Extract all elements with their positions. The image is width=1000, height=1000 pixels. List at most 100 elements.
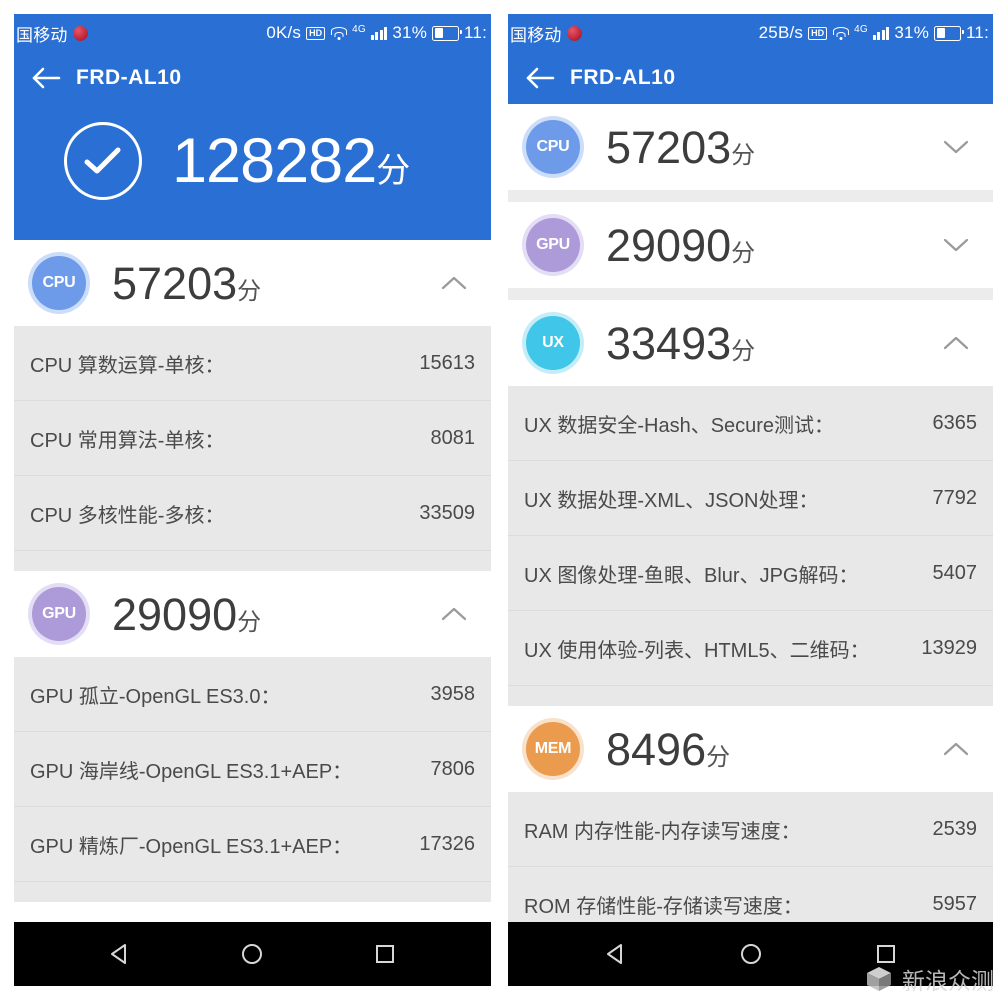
row-value: 8081 <box>430 426 476 449</box>
row-value: 2539 <box>932 817 978 840</box>
status-bar-left: 国移动 <box>508 21 582 46</box>
chevron-up-icon[interactable] <box>939 326 973 360</box>
screenshot-stage: 国移动 0K/s HD 4G 31% 11: FRD-AL10 128282分 … <box>0 0 1000 1000</box>
section-header-ux[interactable]: UX 33493分 <box>508 300 993 386</box>
row-label: UX 使用体验-列表、HTML5、二维码： <box>524 639 870 662</box>
row-value: 7792 <box>932 486 978 509</box>
chevron-up-icon[interactable] <box>437 597 471 631</box>
row-label: CPU 常用算法-单核： <box>30 429 225 452</box>
signal-bars-icon <box>872 26 890 40</box>
chevron-up-icon[interactable] <box>437 266 471 300</box>
app-title-bar: FRD-AL10 <box>14 52 491 104</box>
row-value: 5407 <box>932 561 978 584</box>
section-divider <box>508 190 993 202</box>
right-phone-screenshot: 国移动 25B/s HD 4G 31% 11: FRD-AL10 CPU 572… <box>508 14 993 986</box>
table-row: GPU 海岸线-OpenGL ES3.1+AEP： 7806 <box>14 732 491 807</box>
section-header-cpu[interactable]: CPU 57203分 <box>508 104 993 190</box>
network-type-label: 4G <box>854 23 868 35</box>
check-circle-icon <box>64 122 142 200</box>
mem-detail-rows: RAM 内存性能-内存读写速度： 2539 ROM 存储性能-存储读写速度： 5… <box>508 792 993 941</box>
table-row: RAM 内存性能-内存读写速度： 2539 <box>508 792 993 867</box>
ux-badge-icon: UX <box>526 316 580 370</box>
section-header-mem[interactable]: MEM 8496分 <box>508 706 993 792</box>
battery-percent-label: 31% <box>894 23 930 42</box>
row-label: GPU 海岸线-OpenGL ES3.1+AEP： <box>30 760 353 783</box>
row-value: 17326 <box>419 832 475 855</box>
section-header-gpu[interactable]: GPU 29090分 <box>508 202 993 288</box>
circle-home-icon[interactable] <box>729 932 773 976</box>
watermark-text: 新浪众测 <box>902 968 994 994</box>
triangle-back-icon[interactable] <box>594 932 638 976</box>
row-label: GPU 孤立-OpenGL ES3.0： <box>30 685 281 708</box>
square-recents-icon[interactable] <box>363 932 407 976</box>
back-arrow-icon[interactable] <box>24 55 70 101</box>
battery-percent-label: 31% <box>392 23 428 42</box>
clock-label: 11: <box>966 23 989 42</box>
table-row: UX 使用体验-列表、HTML5、二维码： 13929 <box>508 611 993 686</box>
table-row: UX 数据安全-Hash、Secure测试： 6365 <box>508 386 993 461</box>
gpu-score: 29090分 <box>606 223 755 268</box>
app-title-bar: FRD-AL10 <box>508 52 993 104</box>
row-label: GPU 精炼厂-OpenGL ES3.1+AEP： <box>30 835 353 858</box>
status-bar-right: 0K/s HD 4G 31% 11: <box>266 23 487 43</box>
chevron-down-icon[interactable] <box>939 228 973 262</box>
signal-bars-icon <box>370 26 388 40</box>
rows-bottom-padding <box>14 882 491 902</box>
gpu-detail-rows: GPU 孤立-OpenGL ES3.0： 3958 GPU 海岸线-OpenGL… <box>14 657 491 902</box>
ux-score-unit: 分 <box>731 337 756 365</box>
total-score-unit: 分 <box>376 151 411 190</box>
cpu-score-unit: 分 <box>237 277 262 305</box>
cube-logo-icon <box>864 964 894 994</box>
section-header-cpu[interactable]: CPU 57203分 <box>14 240 491 326</box>
cpu-score: 57203分 <box>606 125 755 170</box>
rows-bottom-padding <box>14 551 491 571</box>
section-header-gpu[interactable]: GPU 29090分 <box>14 571 491 657</box>
gpu-badge-icon: GPU <box>526 218 580 272</box>
chevron-up-icon[interactable] <box>939 732 973 766</box>
mem-score: 8496分 <box>606 727 730 772</box>
row-value: 3958 <box>430 682 476 705</box>
status-bar-right: 25B/s HD 4G 31% 11: <box>759 23 989 43</box>
total-score: 128282分 <box>172 129 411 193</box>
row-value: 13929 <box>921 636 977 659</box>
circle-home-icon[interactable] <box>230 932 274 976</box>
cpu-score-value: 57203 <box>112 257 238 309</box>
gpu-score: 29090分 <box>112 592 261 637</box>
network-speed-label: 0K/s <box>266 23 302 42</box>
row-label: CPU 多核性能-多核： <box>30 504 225 527</box>
hd-icon: HD <box>808 26 828 40</box>
row-value: 33509 <box>419 501 475 524</box>
table-row: CPU 算数运算-单核： 15613 <box>14 326 491 401</box>
gpu-score-value: 29090 <box>112 588 238 640</box>
cpu-score-value: 57203 <box>606 121 732 173</box>
table-row: GPU 孤立-OpenGL ES3.0： 3958 <box>14 657 491 732</box>
row-label: UX 数据安全-Hash、Secure测试： <box>524 414 835 437</box>
back-arrow-icon[interactable] <box>518 55 564 101</box>
table-row: CPU 常用算法-单核： 8081 <box>14 401 491 476</box>
row-value: 15613 <box>419 351 475 374</box>
watermark: 新浪众测 <box>864 962 994 996</box>
row-label: ROM 存储性能-存储读写速度： <box>524 895 803 918</box>
battery-icon <box>432 25 463 41</box>
carrier-label: 国移动 <box>510 25 562 45</box>
notification-dot-icon <box>72 25 88 41</box>
ux-detail-rows: UX 数据安全-Hash、Secure测试： 6365 UX 数据处理-XML、… <box>508 386 993 706</box>
row-value: 7806 <box>430 757 476 780</box>
cpu-score: 57203分 <box>112 261 261 306</box>
android-nav-bar <box>14 922 491 986</box>
wifi-icon <box>832 26 849 40</box>
status-bar: 国移动 0K/s HD 4G 31% 11: <box>14 14 491 52</box>
mem-score-unit: 分 <box>706 743 731 771</box>
table-row: UX 图像处理-鱼眼、Blur、JPG解码： 5407 <box>508 536 993 611</box>
chevron-down-icon[interactable] <box>939 130 973 164</box>
page-title: FRD-AL10 <box>76 66 182 89</box>
mem-badge-icon: MEM <box>526 722 580 776</box>
status-bar-left: 国移动 <box>14 21 88 46</box>
triangle-back-icon[interactable] <box>98 932 142 976</box>
left-phone-screenshot: 国移动 0K/s HD 4G 31% 11: FRD-AL10 128282分 … <box>14 14 491 986</box>
carrier-label: 国移动 <box>16 25 68 45</box>
network-type-label: 4G <box>352 23 366 35</box>
clock-label: 11: <box>464 23 487 42</box>
ux-score-value: 33493 <box>606 317 732 369</box>
gpu-score-value: 29090 <box>606 219 732 271</box>
